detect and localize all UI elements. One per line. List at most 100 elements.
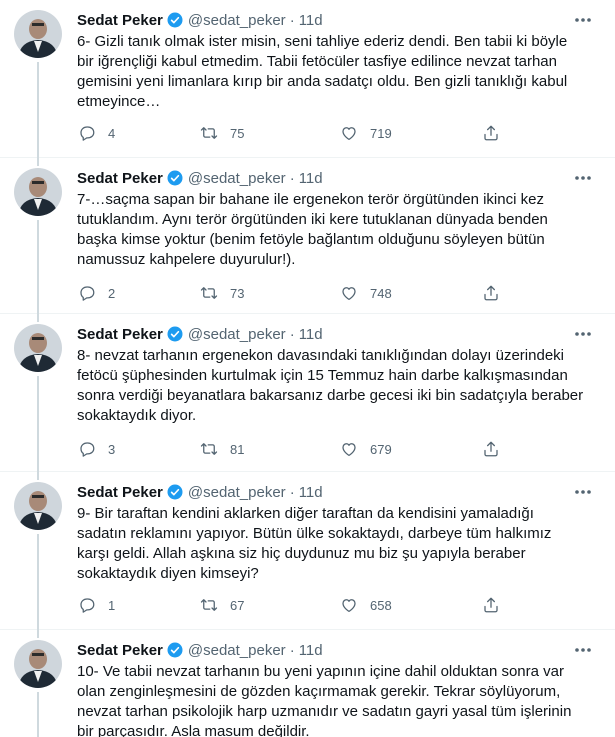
retweet-icon	[200, 287, 218, 299]
retweet-icon	[200, 443, 218, 455]
tweet[interactable]: Sedat Peker @sedat_peker · 11d 9- Bir ta…	[0, 472, 615, 630]
retweet-count: 73	[230, 285, 245, 301]
retweet-count: 75	[230, 125, 245, 141]
tweet-text: 8- nevzat tarhanın ergenekon davasındaki…	[77, 347, 584, 424]
reply-button[interactable]: 2	[78, 282, 115, 304]
tweet-thread: Sedat Peker @sedat_peker · 11d 6- Gizli …	[0, 0, 615, 737]
author-name[interactable]: Sedat Peker	[77, 170, 163, 187]
reply-icon	[80, 286, 95, 301]
like-count: 679	[370, 441, 392, 457]
reply-button[interactable]: 3	[78, 438, 115, 460]
tweet-header: Sedat Peker @sedat_peker · 11d	[77, 482, 323, 502]
share-button[interactable]	[482, 594, 500, 616]
author-name[interactable]: Sedat Peker	[77, 326, 163, 343]
more-icon[interactable]	[573, 12, 593, 28]
thread-line	[37, 314, 39, 322]
tweet-time[interactable]: 11d	[299, 326, 323, 343]
tweet-time[interactable]: 11d	[299, 170, 323, 187]
retweet-button[interactable]: 81	[200, 438, 244, 460]
retweet-count: 67	[230, 597, 245, 613]
retweet-button[interactable]: 67	[200, 594, 244, 616]
like-icon	[342, 599, 356, 613]
like-button[interactable]: 679	[340, 438, 392, 460]
share-button[interactable]	[482, 438, 500, 460]
more-icon[interactable]	[573, 642, 593, 658]
reply-icon	[80, 126, 95, 141]
separator-dot: ·	[289, 169, 295, 187]
author-handle[interactable]: @sedat_peker	[188, 12, 286, 29]
tweet-header: Sedat Peker @sedat_peker · 11d	[77, 640, 323, 660]
author-name[interactable]: Sedat Peker	[77, 12, 163, 29]
avatar[interactable]	[14, 168, 62, 216]
like-icon	[342, 443, 356, 457]
tweet[interactable]: Sedat Peker @sedat_peker · 11d 8- nevzat…	[0, 314, 615, 472]
separator-dot: ·	[289, 11, 295, 29]
reply-icon	[80, 442, 95, 457]
author-handle[interactable]: @sedat_peker	[188, 326, 286, 343]
thread-line	[37, 630, 39, 638]
retweet-icon	[200, 127, 218, 139]
reply-icon	[80, 598, 95, 613]
avatar[interactable]	[14, 10, 62, 58]
tweet-text: 9- Bir taraftan kendini aklarken diğer t…	[77, 505, 552, 582]
verified-badge-icon	[167, 170, 183, 186]
like-count: 748	[370, 285, 392, 301]
more-icon[interactable]	[573, 170, 593, 186]
tweet[interactable]: Sedat Peker @sedat_peker · 11d 6- Gizli …	[0, 0, 615, 158]
reply-count: 3	[108, 441, 116, 457]
verified-badge-icon	[167, 642, 183, 658]
retweet-count: 81	[230, 441, 245, 457]
thread-line	[37, 534, 39, 630]
like-button[interactable]: 719	[340, 122, 392, 144]
thread-line	[37, 472, 39, 480]
tweet[interactable]: Sedat Peker @sedat_peker · 11d 7-…saçma …	[0, 158, 615, 314]
retweet-button[interactable]: 75	[200, 122, 244, 144]
share-icon	[484, 441, 498, 457]
more-icon[interactable]	[573, 326, 593, 342]
author-handle[interactable]: @sedat_peker	[188, 170, 286, 187]
thread-line	[37, 220, 39, 314]
tweet-text: 7-…saçma sapan bir bahane ile ergenekon …	[77, 191, 548, 268]
separator-dot: ·	[289, 641, 295, 659]
tweet-actions: 1 67 658	[70, 594, 510, 616]
like-count: 658	[370, 597, 392, 613]
like-count: 719	[370, 125, 392, 141]
more-icon[interactable]	[573, 484, 593, 500]
thread-line	[37, 376, 39, 472]
thread-line	[37, 158, 39, 166]
author-name[interactable]: Sedat Peker	[77, 484, 163, 501]
like-button[interactable]: 748	[340, 282, 392, 304]
author-handle[interactable]: @sedat_peker	[188, 642, 286, 659]
share-icon	[484, 597, 498, 613]
tweet-header: Sedat Peker @sedat_peker · 11d	[77, 168, 323, 188]
tweet-header: Sedat Peker @sedat_peker · 11d	[77, 10, 323, 30]
avatar[interactable]	[14, 482, 62, 530]
tweet[interactable]: Sedat Peker @sedat_peker · 11d 10- Ve ta…	[0, 630, 615, 737]
reply-button[interactable]: 1	[78, 594, 115, 616]
thread-line	[37, 692, 39, 737]
author-handle[interactable]: @sedat_peker	[188, 484, 286, 501]
verified-badge-icon	[167, 484, 183, 500]
reply-button[interactable]: 4	[78, 122, 115, 144]
retweet-button[interactable]: 73	[200, 282, 244, 304]
like-icon	[342, 287, 356, 301]
avatar[interactable]	[14, 324, 62, 372]
tweet-time[interactable]: 11d	[299, 12, 323, 29]
verified-badge-icon	[167, 12, 183, 28]
reply-count: 4	[108, 125, 116, 141]
like-button[interactable]: 658	[340, 594, 392, 616]
tweet-actions: 2 73 748	[70, 282, 510, 304]
avatar[interactable]	[14, 640, 62, 688]
tweet-time[interactable]: 11d	[299, 642, 323, 659]
tweet-time[interactable]: 11d	[299, 484, 323, 501]
tweet-header: Sedat Peker @sedat_peker · 11d	[77, 324, 323, 344]
separator-dot: ·	[289, 483, 295, 501]
share-button[interactable]	[482, 282, 500, 304]
like-icon	[342, 127, 356, 141]
tweet-text: 6- Gizli tanık olmak ister misin, seni t…	[77, 33, 568, 110]
author-name[interactable]: Sedat Peker	[77, 642, 163, 659]
share-button[interactable]	[482, 122, 500, 144]
separator-dot: ·	[289, 325, 295, 343]
share-icon	[484, 285, 498, 301]
tweet-actions: 4 75 719	[70, 122, 510, 144]
